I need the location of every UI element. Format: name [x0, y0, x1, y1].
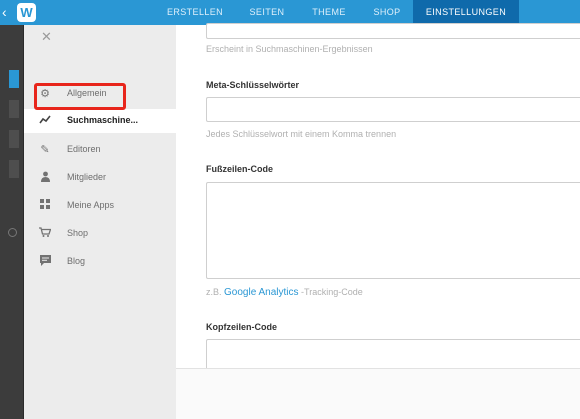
chat-icon	[37, 255, 53, 269]
apps-grid-icon	[37, 199, 53, 213]
sidebar-item-label: Meine Apps	[67, 200, 115, 210]
seo-settings-panel: Erscheint in Suchmaschinen-Ergebnissen M…	[176, 23, 580, 419]
sidebar-item-editoren[interactable]: ✎ Editoren	[24, 138, 176, 162]
sidebar-item-shop[interactable]: Shop	[24, 222, 176, 246]
footer-code-hint: z.B. Google Analytics -Tracking-Code	[206, 287, 363, 298]
strip-block	[9, 130, 19, 148]
sidebar-item-meine-apps[interactable]: Meine Apps	[24, 194, 176, 218]
chevron-left-icon[interactable]: ‹	[2, 4, 16, 21]
editor-left-strip	[0, 25, 24, 419]
google-analytics-link[interactable]: Google Analytics	[224, 287, 299, 298]
strip-block	[9, 100, 19, 118]
meta-keywords-hint: Jedes Schlüsselwort mit einem Komma tren…	[206, 129, 397, 139]
sidebar-item-label: Shop	[67, 228, 89, 238]
sidebar-item-label: Mitglieder	[67, 172, 107, 182]
pencil-icon: ✎	[40, 144, 50, 156]
person-icon	[37, 171, 53, 185]
strip-block	[9, 70, 19, 88]
header-code-label: Kopfzeilen-Code	[206, 322, 277, 332]
sidebar-item-suchmaschine[interactable]: Suchmaschine...	[24, 109, 176, 133]
highlight-box	[34, 83, 126, 110]
sidebar-item-label: Editoren	[67, 144, 101, 154]
seo-description-field[interactable]	[206, 23, 580, 39]
footer-code-label: Fußzeilen-Code	[206, 164, 273, 174]
sidebar-item-label: Suchmaschine...	[67, 115, 139, 125]
nav-tab-seiten[interactable]: SEITEN	[237, 0, 297, 25]
weebly-logo[interactable]: W	[17, 3, 36, 22]
top-navigation-bar: ‹ W ERSTELLEN SEITEN THEME SHOP EINSTELL…	[0, 0, 580, 25]
close-icon[interactable]: ✕	[41, 29, 52, 45]
nav-tab-theme[interactable]: THEME	[297, 0, 361, 25]
meta-keywords-label: Meta-Schlüsselwörter	[206, 80, 300, 90]
panel-footer	[176, 368, 580, 419]
meta-keywords-input[interactable]	[206, 97, 580, 122]
footer-hint-prefix: z.B.	[206, 287, 222, 297]
strip-block	[9, 160, 19, 178]
nav-tab-shop[interactable]: SHOP	[361, 0, 413, 25]
sidebar-item-mitglieder[interactable]: Mitglieder	[24, 166, 176, 190]
cart-icon	[37, 227, 53, 241]
info-icon	[8, 228, 17, 237]
footer-hint-suffix: -Tracking-Code	[301, 287, 363, 297]
footer-code-textarea[interactable]	[206, 182, 580, 279]
sidebar-item-label: Blog	[67, 256, 86, 266]
trending-icon	[37, 114, 53, 128]
seo-description-hint: Erscheint in Suchmaschinen-Ergebnissen	[206, 44, 373, 54]
nav-tab-erstellen[interactable]: ERSTELLEN	[153, 0, 237, 25]
nav-tab-einstellungen[interactable]: EINSTELLUNGEN	[413, 0, 519, 25]
sidebar-item-blog[interactable]: Blog	[24, 250, 176, 274]
